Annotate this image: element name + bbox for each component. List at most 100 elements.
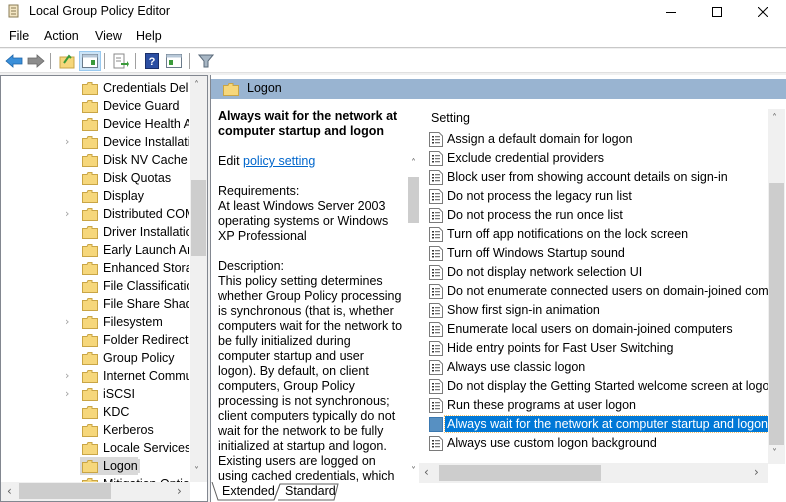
tree-item-label: Device Installatio [103,135,189,149]
tree-item[interactable]: Disk Quotas [1,169,191,187]
edit-policy-link[interactable]: policy setting [243,154,315,168]
forward-button[interactable] [25,51,47,71]
tree-item[interactable]: File Classification [1,277,191,295]
close-icon [758,7,768,17]
tree-item-label: Enhanced Storag [103,261,189,275]
expand-chevron-icon[interactable]: › [65,315,69,328]
policy-setting-icon [429,284,443,299]
folder-icon [82,118,98,134]
toolbar-separator [50,53,51,69]
tree-item[interactable]: Driver Installatio [1,223,191,241]
tree-item[interactable]: › Filesystem [1,313,191,331]
scroll-left-icon[interactable]: ‹ [7,485,12,497]
tree-item[interactable]: › Device Installatio [1,133,191,151]
console-tree: Credentials Dele Device Guard Device Healt… [0,75,208,502]
scroll-right-icon[interactable]: › [754,466,759,478]
scroll-up-icon[interactable]: ˄ [411,159,416,169]
tree-item[interactable]: File Share Shado [1,295,191,313]
toolbar-separator [189,53,190,69]
minimize-button[interactable] [648,0,694,24]
tree-item[interactable]: Disk NV Cache [1,151,191,169]
tree-item[interactable]: › Distributed COM [1,205,191,223]
filter-icon [198,54,214,68]
help-button[interactable]: ? [141,51,163,71]
forward-arrow-icon [27,54,45,68]
maximize-button[interactable] [694,0,740,24]
settings-scroll-thumb[interactable] [769,183,784,445]
scroll-right-icon[interactable]: › [177,485,182,497]
scroll-down-icon[interactable]: ˅ [194,467,199,477]
title-bar: Local Group Policy Editor [0,0,786,24]
scroll-left-icon[interactable]: ‹ [424,466,429,478]
toolbar-separator [135,53,136,69]
tree-item[interactable]: Logon [1,457,191,475]
policy-setting-icon [429,265,443,280]
folder-icon [82,154,98,170]
tree-item[interactable]: Display [1,187,191,205]
tree-hscroll-thumb[interactable] [19,483,111,499]
policy-setting-icon [429,227,443,242]
tree-item[interactable]: Device Health At [1,115,191,133]
tree-item[interactable]: › Internet Commu [1,367,191,385]
menu-help[interactable]: Help [136,29,162,43]
filter-button[interactable] [195,51,217,71]
tree-item[interactable]: Device Guard [1,97,191,115]
view-tabs: Extended Standard [210,482,410,502]
setting-label: Do not enumerate connected users on doma… [447,284,780,298]
menu-file[interactable]: File [9,29,29,43]
folder-icon [82,208,98,224]
folder-icon [82,316,98,332]
scroll-down-icon[interactable]: ˅ [411,467,416,477]
tree-item-label: Device Health At [103,117,189,131]
show-hide-tree-button[interactable] [79,51,101,71]
tree-item[interactable]: Enhanced Storag [1,259,191,277]
menu-view[interactable]: View [95,29,122,43]
policy-setting-icon [429,208,443,223]
tree-item[interactable]: Locale Services [1,439,191,457]
tree-item[interactable]: Kerberos [1,421,191,439]
tree-item[interactable]: KDC [1,403,191,421]
folder-icon [82,82,98,98]
close-button[interactable] [740,0,786,24]
tree-horizontal-scrollbar[interactable]: ‹ › [1,482,190,501]
tab-extended[interactable]: Extended [222,482,275,500]
tree-item[interactable]: Credentials Dele [1,79,191,97]
category-title: Logon [247,81,282,95]
expand-chevron-icon[interactable]: › [65,207,69,220]
menu-action[interactable]: Action [44,29,79,43]
back-button[interactable] [3,51,25,71]
scroll-up-icon[interactable]: ˄ [194,81,199,91]
tree-scroll-thumb[interactable] [191,180,206,256]
scroll-up-icon[interactable]: ˄ [772,114,777,124]
settings-horizontal-scrollbar[interactable]: ‹ › [419,463,768,483]
tab-standard[interactable]: Standard [285,482,336,500]
policy-setting-icon [429,246,443,261]
tree-item-label: Logon [101,459,140,473]
setting-label: Block user from showing account details … [447,170,728,184]
tree-vertical-scrollbar[interactable]: ˄ ˅ [190,76,207,482]
tree-item[interactable]: › iSCSI [1,385,191,403]
policy-setting-icon [429,303,443,318]
show-hide-action-pane-button[interactable] [163,51,185,71]
scroll-down-icon[interactable]: ˅ [772,449,777,459]
expand-chevron-icon[interactable]: › [65,387,69,400]
expand-chevron-icon[interactable]: › [65,369,69,382]
up-button[interactable] [56,51,78,71]
setting-label: Do not display the Getting Started welco… [447,379,777,393]
requirements-text: At least Windows Server 2003 operating s… [218,199,389,243]
expand-chevron-icon[interactable]: › [65,135,69,148]
tree-item[interactable]: Early Launch An [1,241,191,259]
tree-item-label: Locale Services [103,441,189,455]
tree-item[interactable]: Group Policy [1,349,191,367]
column-header-setting[interactable]: Setting [431,111,470,125]
settings-vertical-scrollbar[interactable]: ˄ ˅ [768,109,785,464]
help-icon: ? [145,53,159,69]
folder-icon [82,406,98,422]
setting-label: Turn off Windows Startup sound [447,246,625,260]
policy-setting-icon [429,189,443,204]
export-list-button[interactable] [110,51,132,71]
tree-item[interactable]: Folder Redirectio [1,331,191,349]
settings-hscroll-thumb[interactable] [439,465,601,481]
tree-item-label: Internet Commu [103,369,189,383]
folder-icon [82,244,98,260]
